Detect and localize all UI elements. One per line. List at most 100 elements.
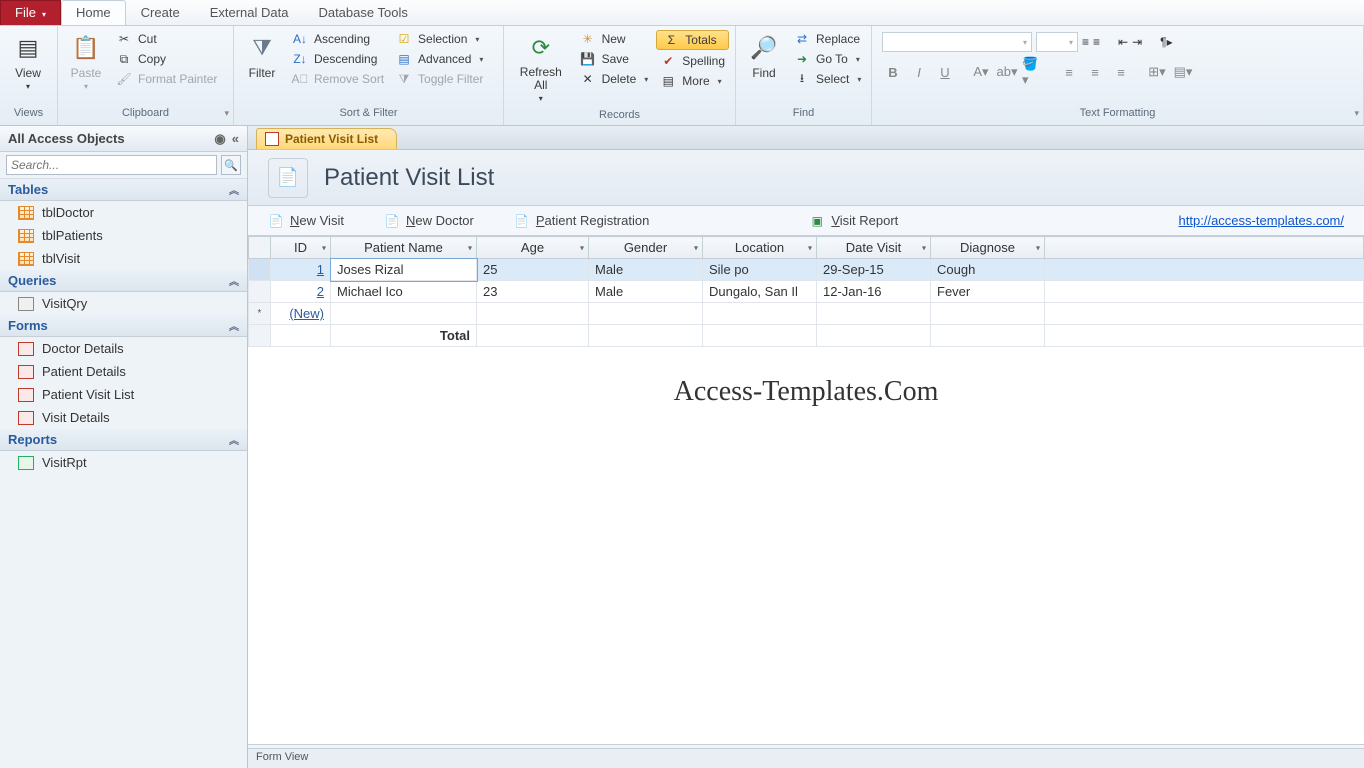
dialog-launcher-icon[interactable]: ▾	[1354, 108, 1359, 119]
chevron-down-icon[interactable]: ▾	[468, 243, 472, 252]
totals-button[interactable]: ΣTotals	[656, 30, 729, 50]
nav-item-tblpatients[interactable]: tblPatients	[0, 224, 247, 247]
toggle-filter-button[interactable]: ⧩Toggle Filter	[392, 70, 487, 88]
row-selector[interactable]	[249, 259, 271, 281]
table-row[interactable]: 1 Joses Rizal 25 Male Sile po 29-Sep-15 …	[249, 259, 1364, 281]
row-selector[interactable]	[249, 281, 271, 303]
nav-group-tables[interactable]: Tables︽	[0, 179, 247, 201]
delete-button[interactable]: ✕Delete	[576, 70, 653, 88]
nav-item-visitqry[interactable]: VisitQry	[0, 292, 247, 315]
cell-id[interactable]: 2	[271, 281, 331, 303]
cell-date[interactable]: 29-Sep-15	[817, 259, 931, 281]
copy-button[interactable]: ⧉Copy	[112, 50, 221, 68]
dialog-launcher-icon[interactable]: ▾	[224, 108, 229, 119]
filter-button[interactable]: ⧩ Filter	[240, 30, 284, 82]
gridlines-button[interactable]: ⊞▾	[1146, 62, 1168, 82]
cell-gender[interactable]: Male	[589, 281, 703, 303]
visit-report-button[interactable]: ▣Visit Report	[809, 213, 898, 229]
descending-button[interactable]: Z↓Descending	[288, 50, 388, 68]
new-row[interactable]: * (New)	[249, 303, 1364, 325]
nav-item-tbldoctor[interactable]: tblDoctor	[0, 201, 247, 224]
cell-name[interactable]: Michael Ico	[331, 281, 477, 303]
numbering-icon[interactable]: ≡	[1093, 35, 1100, 49]
cut-button[interactable]: ✂Cut	[112, 30, 221, 48]
decrease-indent-icon[interactable]: ⇤	[1118, 35, 1128, 49]
template-link[interactable]: http://access-templates.com/	[1179, 213, 1344, 228]
find-button[interactable]: 🔎 Find	[742, 30, 786, 82]
nav-pane-header[interactable]: All Access Objects ◉ «	[0, 126, 247, 152]
chevron-down-icon[interactable]: ▾	[808, 243, 812, 252]
select-button[interactable]: ⭳Select	[790, 70, 865, 88]
cell-gender[interactable]: Male	[589, 259, 703, 281]
view-button[interactable]: ▤ View	[6, 30, 50, 93]
patient-registration-button[interactable]: 📄Patient Registration	[514, 213, 649, 229]
align-left-button[interactable]: ≡	[1058, 62, 1080, 82]
col-age[interactable]: Age▾	[477, 237, 589, 259]
chevron-down-icon[interactable]: ▾	[694, 243, 698, 252]
bullets-icon[interactable]: ≡	[1082, 35, 1089, 49]
new-button[interactable]: ✳New	[576, 30, 653, 48]
nav-item-visitrpt[interactable]: VisitRpt	[0, 451, 247, 474]
align-center-button[interactable]: ≡	[1084, 62, 1106, 82]
col-patient-name[interactable]: Patient Name▾	[331, 237, 477, 259]
advanced-button[interactable]: ▤Advanced	[392, 50, 487, 68]
font-color-button[interactable]: A▾	[970, 62, 992, 82]
nav-item-visit-details[interactable]: Visit Details	[0, 406, 247, 429]
nav-collapse-icon[interactable]: «	[232, 131, 239, 147]
format-painter-button[interactable]: 🖌Format Painter	[112, 70, 221, 88]
nav-item-doctor-details[interactable]: Doctor Details	[0, 337, 247, 360]
bold-button[interactable]: B	[882, 62, 904, 82]
cell-age[interactable]: 23	[477, 281, 589, 303]
paste-button[interactable]: 📋 Paste	[64, 30, 108, 93]
nav-search-input[interactable]	[6, 155, 217, 175]
align-right-button[interactable]: ≡	[1110, 62, 1132, 82]
doc-tab-patient-visit-list[interactable]: Patient Visit List	[256, 128, 397, 149]
external-data-tab[interactable]: External Data	[195, 0, 304, 25]
cell-location[interactable]: Dungalo, San Il	[703, 281, 817, 303]
cell-location[interactable]: Sile po	[703, 259, 817, 281]
nav-group-forms[interactable]: Forms︽	[0, 315, 247, 337]
nav-dropdown-icon[interactable]: ◉	[214, 131, 225, 147]
chevron-down-icon[interactable]: ▾	[580, 243, 584, 252]
nav-group-reports[interactable]: Reports︽	[0, 429, 247, 451]
chevron-down-icon[interactable]: ▾	[1036, 243, 1040, 252]
col-location[interactable]: Location▾	[703, 237, 817, 259]
col-diagnose[interactable]: Diagnose▾	[931, 237, 1045, 259]
select-all-header[interactable]	[249, 237, 271, 259]
text-direction-icon[interactable]: ¶▸	[1160, 35, 1172, 49]
italic-button[interactable]: I	[908, 62, 930, 82]
new-link[interactable]: (New)	[271, 303, 331, 325]
col-id[interactable]: ID▾	[271, 237, 331, 259]
search-go-icon[interactable]: 🔍	[221, 155, 241, 175]
highlight-button[interactable]: ab▾	[996, 62, 1018, 82]
refresh-all-button[interactable]: ⟳ Refresh All	[510, 30, 572, 105]
replace-button[interactable]: ⇄Replace	[790, 30, 865, 48]
cell-date[interactable]: 12-Jan-16	[817, 281, 931, 303]
nav-item-patient-details[interactable]: Patient Details	[0, 360, 247, 383]
fill-color-button[interactable]: 🪣▾	[1022, 62, 1044, 82]
col-gender[interactable]: Gender▾	[589, 237, 703, 259]
chevron-down-icon[interactable]: ▾	[922, 243, 926, 252]
cell-diag[interactable]: Fever	[931, 281, 1045, 303]
create-tab[interactable]: Create	[126, 0, 195, 25]
database-tools-tab[interactable]: Database Tools	[303, 0, 422, 25]
alt-row-color-button[interactable]: ▤▾	[1172, 62, 1194, 82]
new-visit-button[interactable]: 📄New Visit	[268, 213, 344, 229]
cell-diag[interactable]: Cough	[931, 259, 1045, 281]
cell-name[interactable]: Joses Rizal	[331, 259, 477, 281]
col-date-visit[interactable]: Date Visit▾	[817, 237, 931, 259]
goto-button[interactable]: ➜Go To	[790, 50, 865, 68]
spelling-button[interactable]: ✔Spelling	[656, 52, 729, 70]
table-row[interactable]: 2 Michael Ico 23 Male Dungalo, San Il 12…	[249, 281, 1364, 303]
new-doctor-button[interactable]: 📄New Doctor	[384, 213, 474, 229]
underline-button[interactable]: U	[934, 62, 956, 82]
chevron-down-icon[interactable]: ▾	[322, 243, 326, 252]
increase-indent-icon[interactable]: ⇥	[1132, 35, 1142, 49]
selection-button[interactable]: ☑Selection	[392, 30, 487, 48]
cell-id[interactable]: 1	[271, 259, 331, 281]
home-tab[interactable]: Home	[61, 0, 126, 25]
more-button[interactable]: ▤More	[656, 72, 729, 90]
save-button[interactable]: 💾Save	[576, 50, 653, 68]
font-name-select[interactable]	[882, 32, 1032, 52]
nav-group-queries[interactable]: Queries︽	[0, 270, 247, 292]
